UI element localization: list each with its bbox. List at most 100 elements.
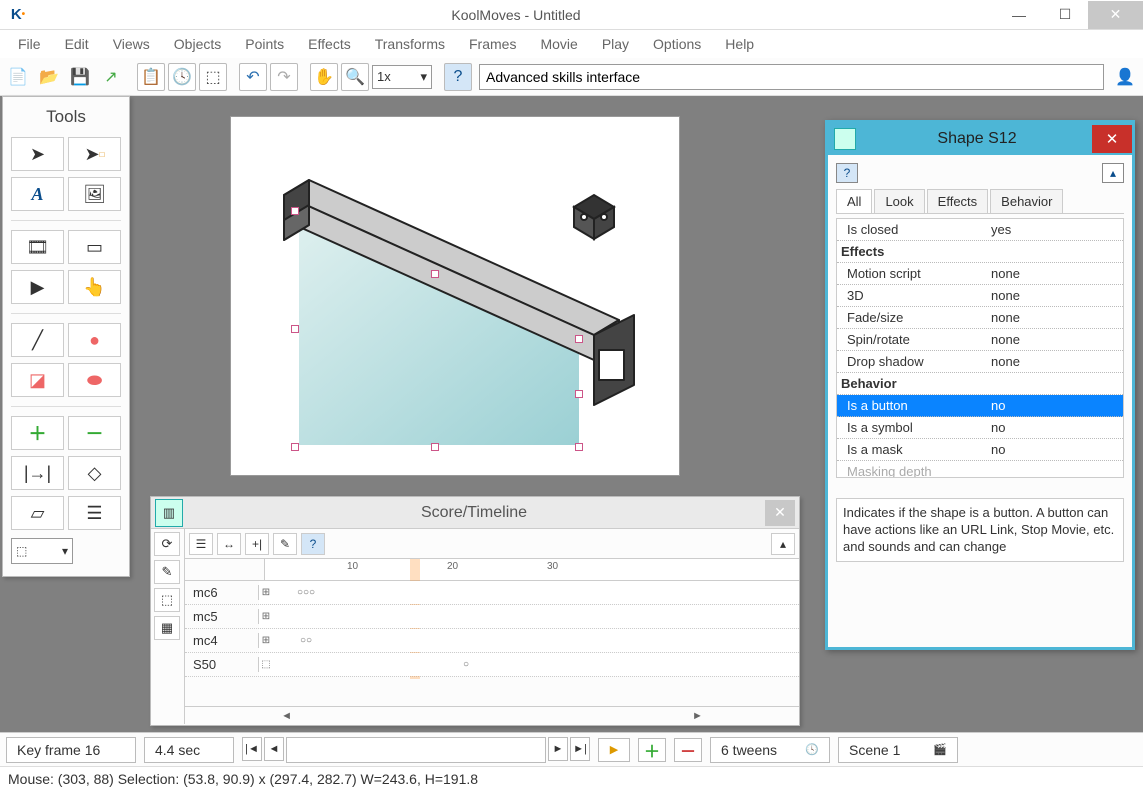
zoom-select[interactable]: 1x▾ — [372, 65, 432, 89]
open-icon[interactable]: 📂 — [35, 63, 63, 91]
text-tool-icon[interactable]: A — [11, 177, 64, 211]
transform-icon[interactable]: |→| — [11, 456, 64, 490]
menu-movie[interactable]: Movie — [530, 32, 587, 56]
add-frame-icon[interactable]: ＋ — [638, 738, 666, 762]
save-icon[interactable]: 💾 — [66, 63, 94, 91]
tl-insert-icon[interactable]: +| — [245, 533, 269, 555]
add-point-icon[interactable]: ＋ — [11, 416, 64, 450]
keyframe-indicator[interactable]: Key frame 16 — [6, 737, 136, 763]
tl-collapse-icon[interactable]: ▴ — [771, 533, 795, 555]
component-tool-icon[interactable]: ▭ — [68, 230, 121, 264]
frame-scrubber[interactable] — [286, 737, 546, 763]
menu-file[interactable]: File — [8, 32, 51, 56]
prop-row[interactable]: Spin/rotatenone — [837, 329, 1123, 351]
ellipse-tool-icon[interactable]: ● — [68, 323, 121, 357]
video-tool-icon[interactable]: ▶ — [11, 270, 64, 304]
timeline-layers-icon[interactable]: ⬚ — [154, 588, 180, 612]
menu-effects[interactable]: Effects — [298, 32, 361, 56]
gradient-icon[interactable]: ☰ — [68, 496, 121, 530]
subselect-tool-icon[interactable]: ➤□ — [68, 137, 121, 171]
props-grid[interactable]: Is closedyesEffectsMotion scriptnone3Dno… — [836, 218, 1124, 478]
properties-icon[interactable]: 📋 — [137, 63, 165, 91]
prop-row[interactable]: Drop shadownone — [837, 351, 1123, 373]
prop-row[interactable]: Effects — [837, 241, 1123, 263]
blob-tool-icon[interactable]: ⬬ — [68, 363, 121, 397]
tab-look[interactable]: Look — [874, 189, 924, 213]
menu-play[interactable]: Play — [592, 32, 639, 56]
zoom-icon[interactable]: 🔍 — [341, 63, 369, 91]
timeline-close-button[interactable]: ✕ — [765, 500, 795, 526]
close-button[interactable]: ✕ — [1088, 1, 1143, 29]
timeline-row[interactable]: mc6 ⊞○○○ — [185, 581, 799, 605]
selection-handle[interactable] — [291, 325, 299, 333]
props-close-button[interactable]: ✕ — [1092, 125, 1132, 153]
history-icon[interactable]: 🕓 — [168, 63, 196, 91]
menu-options[interactable]: Options — [643, 32, 711, 56]
props-collapse-icon[interactable]: ▴ — [1102, 163, 1124, 183]
interface-status-field[interactable] — [479, 64, 1104, 90]
select-tool-icon[interactable]: ➤ — [11, 137, 64, 171]
new-icon[interactable]: 📄 — [4, 63, 32, 91]
nav-next-icon[interactable]: ► — [548, 737, 568, 761]
minimize-button[interactable]: — — [996, 1, 1042, 29]
menu-help[interactable]: Help — [715, 32, 764, 56]
tl-layer-icon[interactable]: ☰ — [189, 533, 213, 555]
selection-handle[interactable] — [575, 443, 583, 451]
timeline-scrollbar[interactable]: ◄► — [185, 706, 799, 724]
tool-options-select[interactable]: ⬚▾ — [11, 538, 73, 564]
canvas[interactable] — [230, 116, 680, 476]
prop-row[interactable]: Is closedyes — [837, 219, 1123, 241]
tab-effects[interactable]: Effects — [927, 189, 989, 213]
nav-last-icon[interactable]: ►| — [570, 737, 590, 761]
eraser-icon[interactable]: ◇ — [68, 456, 121, 490]
button-tool-icon[interactable]: 👆 — [68, 270, 121, 304]
undo-icon[interactable]: ↶ — [239, 63, 267, 91]
selection-handle[interactable] — [291, 207, 299, 215]
prop-row[interactable]: Is a symbolno — [837, 417, 1123, 439]
delete-frame-icon[interactable]: － — [674, 738, 702, 762]
timeline-row[interactable]: mc5 ⊞ — [185, 605, 799, 629]
image-tool-icon[interactable]: 🖼 — [68, 177, 121, 211]
prop-row[interactable]: Motion scriptnone — [837, 263, 1123, 285]
selection-handle[interactable] — [431, 270, 439, 278]
menu-points[interactable]: Points — [235, 32, 294, 56]
menu-transforms[interactable]: Transforms — [365, 32, 455, 56]
tab-behavior[interactable]: Behavior — [990, 189, 1063, 213]
selection-handle[interactable] — [575, 390, 583, 398]
selection-handle[interactable] — [431, 443, 439, 451]
selection-handle[interactable] — [575, 335, 583, 343]
tab-all[interactable]: All — [836, 189, 872, 213]
help-icon[interactable]: ? — [444, 63, 472, 91]
timeline-grid-icon[interactable]: ▦ — [154, 616, 180, 640]
export-icon[interactable]: ↗ — [97, 63, 125, 91]
prop-row[interactable]: 3Dnone — [837, 285, 1123, 307]
movieclip-tool-icon[interactable]: 🎞 — [11, 230, 64, 264]
timeline-row[interactable]: S50 ⬚○ — [185, 653, 799, 677]
library-icon[interactable]: ⬚ — [199, 63, 227, 91]
paint-icon[interactable]: ▱ — [11, 496, 64, 530]
tl-edit-icon[interactable]: ✎ — [273, 533, 297, 555]
timeline-clock-icon[interactable]: ⟳ — [154, 532, 180, 556]
hand-icon[interactable]: ✋ — [310, 63, 338, 91]
props-help-icon[interactable]: ? — [836, 163, 858, 183]
nav-prev-icon[interactable]: ◄ — [264, 737, 284, 761]
prop-row[interactable]: Is a buttonno — [837, 395, 1123, 417]
prop-row[interactable]: Is a maskno — [837, 439, 1123, 461]
tl-help-icon[interactable]: ? — [301, 533, 325, 555]
remove-point-icon[interactable]: － — [68, 416, 121, 450]
prop-row[interactable]: Fade/sizenone — [837, 307, 1123, 329]
menu-edit[interactable]: Edit — [55, 32, 99, 56]
tweens-indicator[interactable]: 6 tweens🕓 — [710, 737, 830, 763]
play-icon[interactable]: ▶ — [598, 738, 630, 762]
prop-row[interactable]: Masking depth — [837, 461, 1123, 478]
prop-row[interactable]: Behavior — [837, 373, 1123, 395]
user-icon[interactable]: 👤 — [1111, 63, 1139, 91]
timeline-row[interactable]: mc4 ⊞○○ — [185, 629, 799, 653]
redo-icon[interactable]: ↷ — [270, 63, 298, 91]
menu-views[interactable]: Views — [103, 32, 160, 56]
scene-indicator[interactable]: Scene 1🎬 — [838, 737, 958, 763]
maximize-button[interactable]: ☐ — [1042, 1, 1088, 29]
menu-objects[interactable]: Objects — [164, 32, 231, 56]
nav-first-icon[interactable]: |◄ — [242, 737, 262, 761]
line-tool-icon[interactable]: ╱ — [11, 323, 64, 357]
